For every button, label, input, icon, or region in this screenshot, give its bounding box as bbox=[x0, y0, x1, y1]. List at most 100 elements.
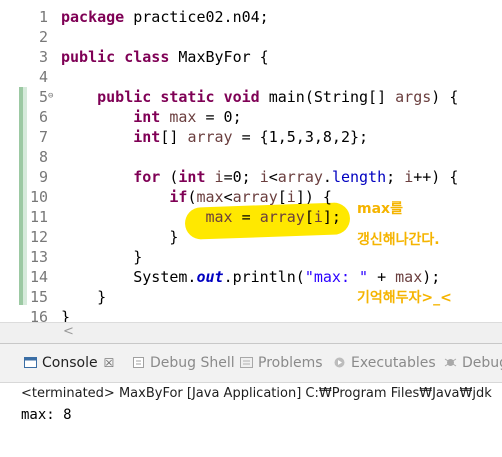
line-number: 7 bbox=[38, 128, 48, 146]
tab-console[interactable]: Console ☒ bbox=[24, 351, 114, 375]
code-token: ; bbox=[386, 168, 405, 186]
code-editor[interactable]: 1 package practice02.n04; 2 3 public class M… bbox=[0, 0, 502, 329]
horizontal-scrollbar[interactable]: < bbox=[0, 322, 502, 343]
code-token: .println( bbox=[223, 268, 305, 286]
code-token: System. bbox=[61, 268, 197, 286]
tab-label: Problems bbox=[258, 355, 323, 371]
tab-label: Debug bbox=[462, 355, 502, 371]
code-token: ) { bbox=[431, 88, 459, 106]
code-token: ++) { bbox=[413, 168, 459, 186]
code-token: array bbox=[259, 208, 305, 226]
problems-icon bbox=[240, 352, 253, 368]
console-output[interactable]: max: 8 bbox=[21, 407, 72, 423]
code-text: int[] array = {1,5,3,8,2}; bbox=[61, 127, 368, 147]
line-number: 2 bbox=[38, 28, 48, 46]
code-token: i bbox=[404, 168, 414, 186]
code-token: out bbox=[196, 268, 224, 286]
debug-shell-icon bbox=[132, 352, 145, 368]
code-token: i bbox=[214, 168, 224, 186]
code-token: max bbox=[205, 208, 233, 226]
code-token: } bbox=[61, 248, 143, 266]
code-token: [] bbox=[160, 128, 188, 146]
code-line[interactable]: 4 bbox=[0, 67, 502, 87]
code-token: class bbox=[124, 48, 170, 66]
code-line[interactable]: 1 package practice02.n04; bbox=[0, 7, 502, 27]
code-text: } bbox=[61, 247, 142, 267]
console-status: <terminated> MaxByFor [Java Application]… bbox=[21, 386, 492, 401]
code-line[interactable]: 2 bbox=[0, 27, 502, 47]
code-text: package practice02.n04; bbox=[61, 7, 269, 27]
code-token: [ bbox=[277, 188, 287, 206]
code-line[interactable]: 11 max = array[i]; bbox=[0, 207, 502, 227]
code-token: public bbox=[61, 48, 116, 66]
tab-debug-shell[interactable]: Debug Shell bbox=[132, 351, 235, 375]
console-icon bbox=[24, 352, 37, 368]
code-line[interactable]: 5 ⊖ public static void main(String[] args… bbox=[0, 87, 502, 107]
code-token: int bbox=[178, 168, 206, 186]
line-number: 4 bbox=[38, 68, 48, 86]
line-number: 1 bbox=[38, 8, 48, 26]
tab-debug[interactable]: Debug bbox=[444, 351, 502, 375]
code-text: public class MaxByFor { bbox=[61, 47, 269, 67]
fold-toggle-icon[interactable]: ⊖ bbox=[48, 90, 53, 102]
code-line[interactable]: 9 for (int i=0; i<array.length; i++) { bbox=[0, 167, 502, 187]
line-number: 12 bbox=[29, 228, 48, 246]
code-token: args bbox=[395, 88, 432, 106]
code-token: package bbox=[61, 8, 125, 26]
code-token: practice02.n04; bbox=[124, 8, 269, 26]
code-token: int bbox=[133, 128, 161, 146]
code-token: array bbox=[277, 168, 323, 186]
code-token: [ bbox=[304, 208, 314, 226]
annotation-note: 갱신해나간다. bbox=[357, 232, 440, 248]
line-number: 13 bbox=[29, 248, 48, 266]
code-line[interactable]: 8 bbox=[0, 147, 502, 167]
code-token: i bbox=[286, 188, 296, 206]
code-token: i bbox=[313, 208, 323, 226]
view-tab-bar: Console ☒ Debug Shell Problems Executable… bbox=[0, 344, 502, 383]
line-number: 15 bbox=[29, 288, 48, 306]
code-line[interactable]: 14 System.out.println("max: " + max); bbox=[0, 267, 502, 287]
annotation-note: 기억해두자>_< bbox=[357, 290, 452, 306]
line-number: 10 bbox=[29, 188, 48, 206]
code-token: = 0; bbox=[196, 108, 242, 126]
code-token: = {1,5,3,8,2}; bbox=[232, 128, 369, 146]
code-token: MaxByFor { bbox=[169, 48, 269, 66]
code-line[interactable]: 7 int[] array = {1,5,3,8,2}; bbox=[0, 127, 502, 147]
code-line[interactable]: 13 } bbox=[0, 247, 502, 267]
code-token: "max: " bbox=[304, 268, 369, 286]
code-token: void bbox=[223, 88, 260, 106]
code-line[interactable]: 6 int max = 0; bbox=[0, 107, 502, 127]
code-text: max = array[i]; bbox=[61, 207, 341, 227]
annotation-note: max를 bbox=[357, 201, 403, 217]
code-token: < bbox=[268, 168, 278, 186]
code-line[interactable]: 3 public class MaxByFor { bbox=[0, 47, 502, 67]
tab-executables[interactable]: Executables bbox=[333, 351, 436, 375]
debug-icon bbox=[444, 352, 457, 367]
code-token: max bbox=[395, 268, 423, 286]
code-token: } bbox=[61, 228, 179, 246]
line-number: 6 bbox=[38, 108, 48, 126]
scroll-left-icon[interactable]: < bbox=[63, 324, 74, 339]
code-token: int bbox=[133, 108, 161, 126]
code-token: ]; bbox=[322, 208, 341, 226]
tab-label: Executables bbox=[351, 355, 436, 371]
close-icon[interactable]: ☒ bbox=[104, 356, 115, 370]
code-text: for (int i=0; i<array.length; i++) { bbox=[61, 167, 458, 187]
code-token: max bbox=[196, 188, 224, 206]
code-token: = bbox=[232, 208, 260, 226]
code-token: static bbox=[160, 88, 215, 106]
code-token: length bbox=[331, 168, 387, 186]
tab-problems[interactable]: Problems bbox=[240, 351, 323, 375]
code-token: < bbox=[223, 188, 233, 206]
code-line[interactable]: 10 if(max<array[i]) { bbox=[0, 187, 502, 207]
code-text: } bbox=[61, 287, 106, 307]
code-token: i bbox=[259, 168, 269, 186]
code-token: ); bbox=[422, 268, 441, 286]
